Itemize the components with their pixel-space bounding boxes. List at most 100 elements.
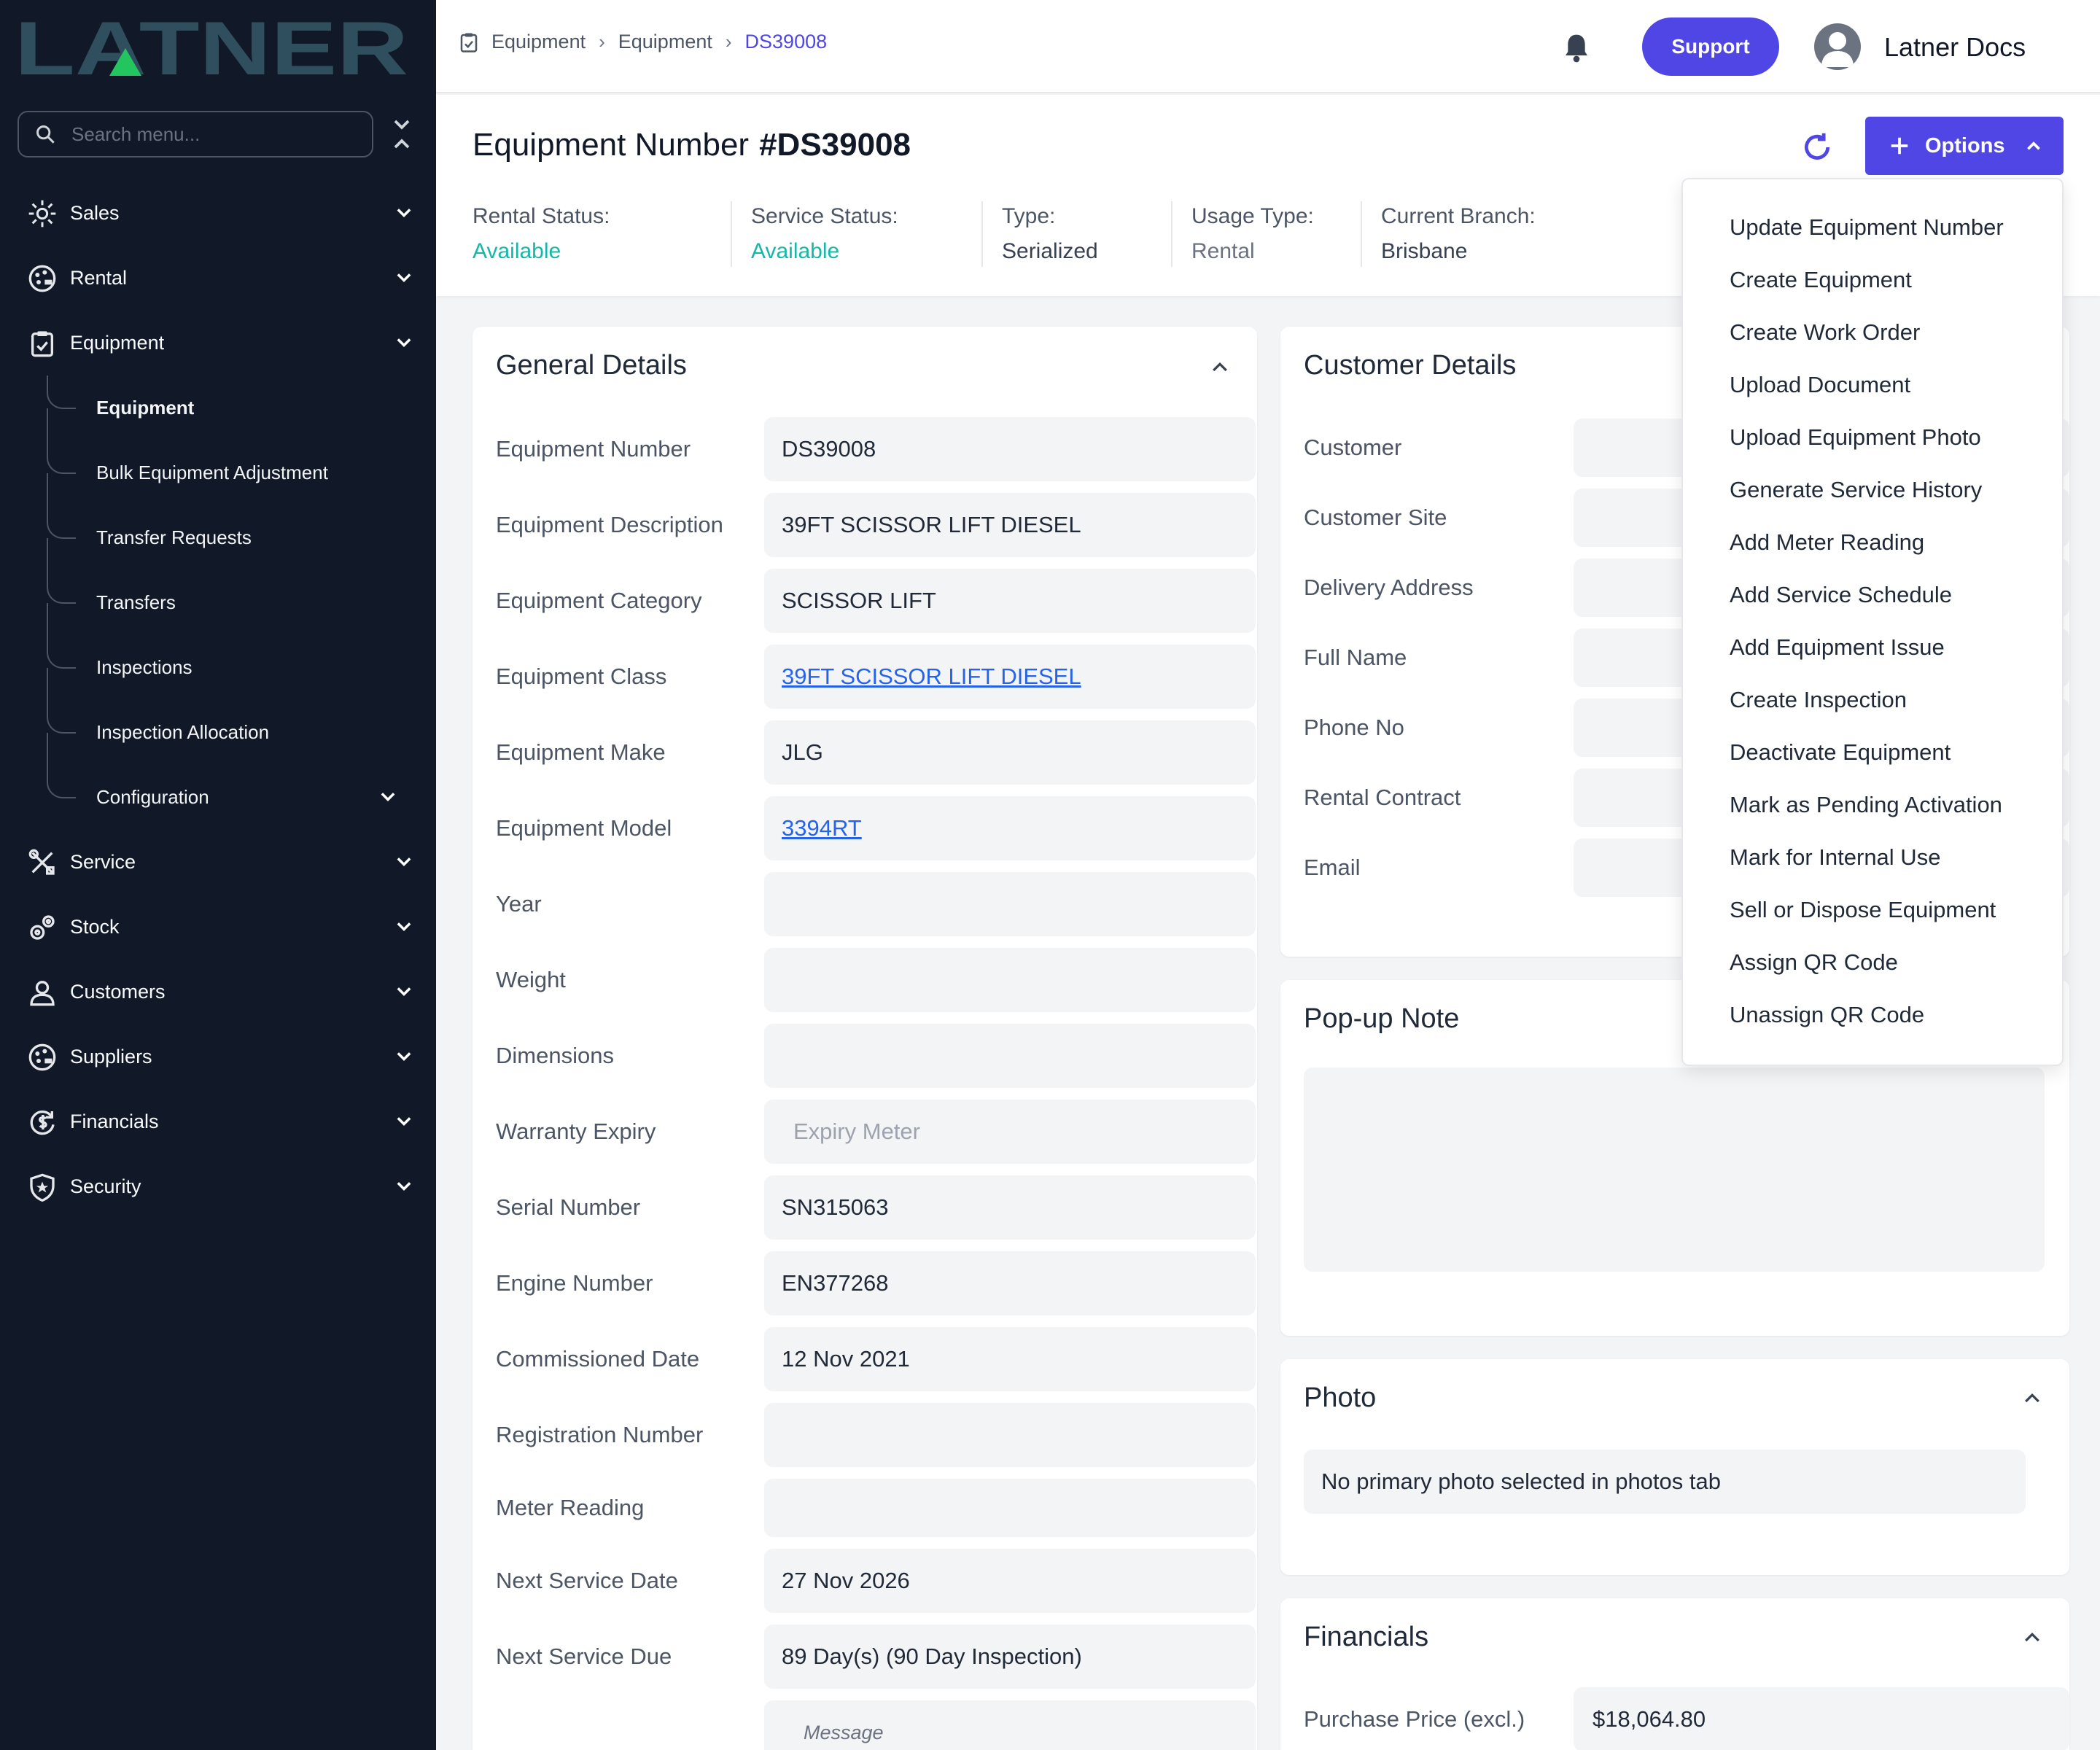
next-service-date-value: 27 Nov 2026: [764, 1549, 1256, 1613]
usage-type-status: Usage Type: Rental: [1180, 201, 1362, 267]
menu-item-assign-qr-code[interactable]: Assign QR Code: [1730, 949, 1898, 976]
sidebar-subitem-configuration[interactable]: Configuration: [47, 733, 411, 830]
sidebar-item-stock[interactable]: Stock: [0, 895, 436, 960]
menu-item-add-meter-reading[interactable]: Add Meter Reading: [1730, 529, 1924, 556]
sidebar-subitem-transfer-requests[interactable]: Transfer Requests: [47, 473, 411, 570]
sidebar-item-rental[interactable]: Rental: [0, 246, 436, 311]
equipment-number-value: DS39008: [764, 417, 1256, 481]
chevron-up-icon[interactable]: [2021, 1626, 2043, 1648]
sidebar-subitem-label: Inspections: [96, 656, 192, 678]
sidebar-subitem-label: Bulk Equipment Adjustment: [96, 462, 328, 483]
chevron-up-icon[interactable]: [1209, 356, 1231, 378]
message-placeholder[interactable]: Message: [764, 1700, 1256, 1750]
field-meter-reading: Meter Reading: [496, 1479, 1256, 1537]
type-status: Type: Serialized: [990, 201, 1172, 267]
sidebar-item-equipment[interactable]: Equipment: [0, 311, 436, 376]
user-name[interactable]: Latner Docs: [1884, 32, 2026, 63]
field-next-service-due: Next Service Due 89 Day(s) (90 Day Inspe…: [496, 1625, 1256, 1689]
breadcrumb-item[interactable]: Equipment: [618, 31, 712, 53]
top-bar: Equipment › Equipment › DS39008 Support …: [436, 0, 2100, 93]
equipment-model-link[interactable]: 3394RT: [764, 796, 1256, 860]
menu-item-deactivate-equipment[interactable]: Deactivate Equipment: [1730, 739, 1951, 766]
field-equipment-category: Equipment Category SCISSOR LIFT: [496, 569, 1256, 633]
menu-item-mark-as-pending-activation[interactable]: Mark as Pending Activation: [1730, 792, 2002, 818]
sidebar-item-label: Customers: [70, 981, 166, 1003]
equipment-make-value: JLG: [764, 720, 1256, 785]
sidebar-item-customers[interactable]: Customers: [0, 960, 436, 1024]
field-message: Message: [496, 1700, 1256, 1750]
breadcrumb-item[interactable]: Equipment: [491, 31, 586, 53]
field-equipment-model: Equipment Model 3394RT: [496, 796, 1256, 860]
sidebar-subitem-inspection-allocation[interactable]: Inspection Allocation: [47, 668, 411, 765]
shield-icon: [28, 1172, 57, 1202]
menu-item-create-inspection[interactable]: Create Inspection: [1730, 687, 1907, 713]
field-serial-number: Serial Number SN315063: [496, 1175, 1256, 1240]
chevron-down-icon: [397, 1052, 411, 1061]
photo-empty-message: No primary photo selected in photos tab: [1304, 1450, 2026, 1514]
current-branch-status: Current Branch: Brisbane: [1381, 204, 1536, 263]
sidebar-subitem-bulk-equipment-adjustment[interactable]: Bulk Equipment Adjustment: [47, 408, 411, 505]
avatar[interactable]: [1814, 23, 1861, 70]
menu-item-create-work-order[interactable]: Create Work Order: [1730, 319, 1920, 346]
chevron-down-icon: [397, 1117, 411, 1126]
purchase-price-value: $18,064.80: [1574, 1687, 2069, 1750]
options-dropdown-menu: Update Equipment Number Create Equipment…: [1681, 178, 2064, 1066]
menu-item-upload-equipment-photo[interactable]: Upload Equipment Photo: [1730, 424, 1981, 451]
sidebar-item-security[interactable]: Security: [0, 1154, 436, 1219]
field-next-service-date: Next Service Date 27 Nov 2026: [496, 1549, 1256, 1613]
menu-item-mark-for-internal-use[interactable]: Mark for Internal Use: [1730, 844, 1940, 871]
search-menu-input[interactable]: [71, 122, 363, 146]
rental-status: Rental Status: Available: [472, 201, 732, 267]
meter-reading-value: [764, 1479, 1256, 1537]
cogs-icon: [28, 913, 57, 942]
field-commissioned-date: Commissioned Date 12 Nov 2021: [496, 1327, 1256, 1391]
sidebar-subitem-label: Transfers: [96, 591, 176, 613]
popup-note-textarea[interactable]: [1304, 1068, 2045, 1272]
field-engine-number: Engine Number EN377268: [496, 1251, 1256, 1315]
sidebar-item-suppliers[interactable]: Suppliers: [0, 1024, 436, 1089]
field-equipment-description: Equipment Description 39FT SCISSOR LIFT …: [496, 493, 1256, 557]
menu-item-add-equipment-issue[interactable]: Add Equipment Issue: [1730, 634, 1945, 661]
registration-number-value: [764, 1403, 1256, 1467]
menu-item-upload-document[interactable]: Upload Document: [1730, 372, 1910, 398]
sidebar-item-service[interactable]: Service: [0, 830, 436, 895]
clipboard-icon: [28, 329, 57, 358]
sidebar-subitem-transfers[interactable]: Transfers: [47, 538, 411, 635]
sidebar-item-label: Equipment: [70, 332, 165, 354]
collapse-all-icon[interactable]: [391, 117, 413, 152]
menu-item-create-equipment[interactable]: Create Equipment: [1730, 267, 1912, 293]
latner-logo[interactable]: LATNER: [15, 19, 408, 77]
refresh-icon[interactable]: [1801, 131, 1833, 163]
options-button[interactable]: Options: [1865, 117, 2064, 175]
equipment-class-link[interactable]: 39FT SCISSOR LIFT DIESEL: [764, 645, 1256, 709]
page-title-number: #DS39008: [759, 127, 911, 163]
sidebar-subitem-equipment[interactable]: Equipment: [47, 376, 411, 440]
sidebar-item-financials[interactable]: Financials: [0, 1089, 436, 1154]
serial-number-value: SN315063: [764, 1175, 1256, 1240]
field-year: Year: [496, 872, 1256, 936]
chevron-right-icon: ›: [725, 31, 732, 52]
support-button[interactable]: Support: [1642, 18, 1779, 76]
page-title-prefix: Equipment Number: [472, 127, 750, 163]
card-title: General Details: [496, 350, 687, 381]
field-equipment-make: Equipment Make JLG: [496, 720, 1256, 785]
sidebar-subitem-inspections[interactable]: Inspections: [47, 603, 411, 700]
chevron-right-icon: ›: [599, 31, 605, 52]
engine-number-value: EN377268: [764, 1251, 1256, 1315]
sidebar-item-sales[interactable]: Sales: [0, 181, 436, 246]
commissioned-date-value: 12 Nov 2021: [764, 1327, 1256, 1391]
menu-item-add-service-schedule[interactable]: Add Service Schedule: [1730, 582, 1952, 608]
palette-icon: [28, 1043, 57, 1072]
menu-item-update-equipment-number[interactable]: Update Equipment Number: [1730, 214, 2004, 241]
field-registration-number: Registration Number: [496, 1403, 1256, 1467]
menu-item-sell-or-dispose-equipment[interactable]: Sell or Dispose Equipment: [1730, 897, 1996, 923]
chevron-up-icon[interactable]: [2021, 1387, 2043, 1409]
menu-item-generate-service-history[interactable]: Generate Service History: [1730, 477, 1982, 503]
service-status: Service Status: Available: [739, 201, 983, 267]
sidebar-subitem-label: Configuration: [96, 786, 209, 808]
sidebar-subitem-label: Equipment: [96, 397, 195, 419]
bell-icon[interactable]: [1562, 32, 1591, 64]
field-weight: Weight: [496, 948, 1256, 1012]
menu-item-unassign-qr-code[interactable]: Unassign QR Code: [1730, 1002, 1924, 1028]
photo-card: Photo No primary photo selected in photo…: [1280, 1359, 2069, 1575]
